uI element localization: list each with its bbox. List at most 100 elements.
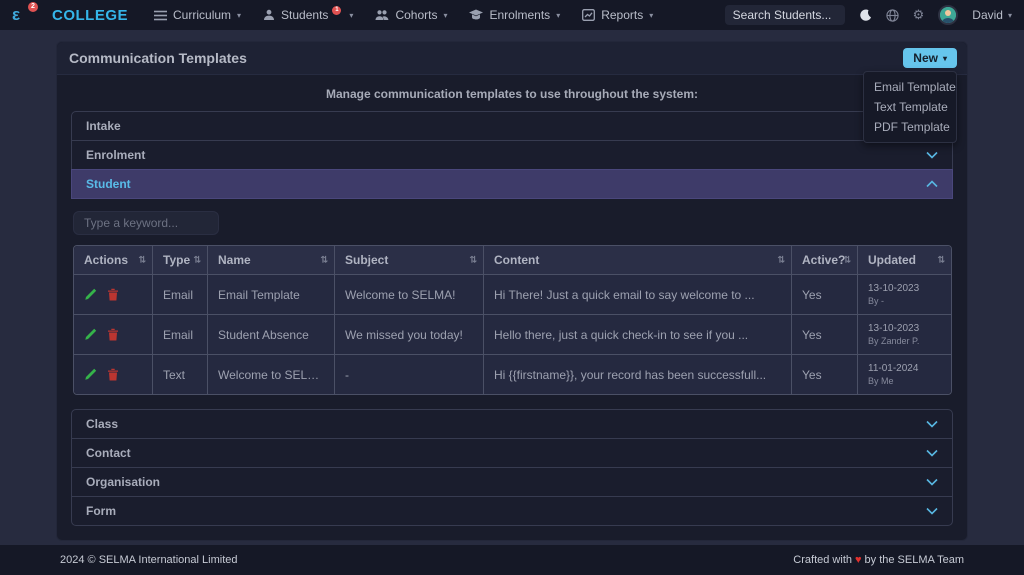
edit-icon[interactable]	[84, 328, 97, 341]
menu-item-curriculum[interactable]: Curriculum ▾	[154, 8, 241, 22]
cell-active: Yes	[791, 314, 857, 354]
accordion-section-form[interactable]: Form	[71, 496, 953, 526]
person-icon	[263, 9, 275, 21]
top-navbar: ε 2 COLLEGE Curriculum ▾ Students 1 ▾ Co…	[0, 0, 1024, 30]
table-header-row: Actions⇅ Type⇅ Name⇅ Subject⇅ Content⇅ A…	[74, 246, 951, 274]
crafted-text: Crafted with♥by the SELMA Team	[793, 554, 964, 566]
chevron-down-icon: ▾	[649, 11, 653, 20]
copyright-text: 2024 © SELMA International Limited	[60, 554, 238, 566]
communication-templates-card: Communication Templates New ▾ Email Temp…	[56, 41, 968, 541]
sort-icon[interactable]: ⇅	[469, 255, 477, 266]
app-logo[interactable]: ε 2	[12, 4, 34, 26]
logo-notification-badge: 2	[28, 2, 38, 12]
column-header-type[interactable]: Type⇅	[152, 246, 207, 274]
sort-icon[interactable]: ⇅	[320, 255, 328, 266]
column-header-updated[interactable]: Updated⇅	[857, 246, 951, 274]
column-header-active[interactable]: Active?⇅	[791, 246, 857, 274]
menu-label: Students	[281, 8, 328, 22]
student-templates-panel: Actions⇅ Type⇅ Name⇅ Subject⇅ Content⇅ A…	[71, 199, 953, 409]
people-icon	[375, 9, 389, 21]
cell-name: Email Template	[207, 274, 334, 314]
section-label: Enrolment	[86, 148, 145, 162]
cell-name: Welcome to SELMA!	[207, 354, 334, 394]
accordion-section-class[interactable]: Class	[71, 409, 953, 439]
menu-item-pdf-template[interactable]: PDF Template	[864, 117, 956, 137]
cell-updated: 11-01-2024 By Me	[857, 354, 951, 394]
sort-icon[interactable]: ⇅	[777, 255, 785, 266]
chevron-down-icon	[926, 478, 938, 486]
cell-subject: Welcome to SELMA!	[334, 274, 483, 314]
sort-icon[interactable]: ⇅	[937, 255, 945, 266]
section-label: Intake	[86, 119, 121, 133]
accordion-section-student[interactable]: Student	[71, 169, 953, 199]
accordion-section-enrolment[interactable]: Enrolment	[71, 140, 953, 170]
chevron-down-icon	[926, 420, 938, 428]
navbar-right: ⚙ David ▾	[725, 5, 1012, 25]
chevron-down-icon: ▾	[943, 54, 947, 63]
menu-item-students[interactable]: Students 1 ▾	[263, 8, 353, 22]
cell-content: Hi {{firstname}}, your record has been s…	[483, 354, 791, 394]
menu-label: Reports	[601, 8, 643, 22]
cell-type: Email	[152, 314, 207, 354]
menu-icon	[154, 10, 167, 21]
table-row: Text Welcome to SELMA! - Hi {{firstname}…	[74, 354, 951, 394]
templates-table: Actions⇅ Type⇅ Name⇅ Subject⇅ Content⇅ A…	[73, 245, 952, 395]
page-title: Communication Templates	[69, 50, 247, 66]
menu-item-reports[interactable]: Reports ▾	[582, 8, 653, 22]
graduation-cap-icon	[469, 9, 483, 21]
accordion-section-intake[interactable]: Intake	[71, 111, 953, 141]
chevron-down-icon: ▾	[237, 11, 241, 20]
menu-label: Enrolments	[489, 8, 550, 22]
section-label: Contact	[86, 446, 131, 460]
chevron-down-icon: ▾	[349, 11, 353, 20]
cell-updated: 13-10-2023 By -	[857, 274, 951, 314]
cell-type: Email	[152, 274, 207, 314]
column-header-subject[interactable]: Subject⇅	[334, 246, 483, 274]
globe-icon[interactable]	[886, 9, 899, 22]
accordion-section-contact[interactable]: Contact	[71, 438, 953, 468]
accordion-section-organisation[interactable]: Organisation	[71, 467, 953, 497]
heart-icon: ♥	[855, 554, 862, 566]
cell-subject: -	[334, 354, 483, 394]
menu-item-enrolments[interactable]: Enrolments ▾	[469, 8, 560, 22]
keyword-filter-input[interactable]	[73, 211, 219, 235]
user-avatar[interactable]	[938, 5, 958, 25]
new-button[interactable]: New ▾	[903, 48, 957, 68]
column-header-actions[interactable]: Actions⇅	[74, 246, 152, 274]
edit-icon[interactable]	[84, 288, 97, 301]
table-row: Email Student Absence We missed you toda…	[74, 314, 951, 354]
chevron-down-icon: ▾	[556, 11, 560, 20]
table-row: Email Email Template Welcome to SELMA! H…	[74, 274, 951, 314]
section-label: Organisation	[86, 475, 160, 489]
chevron-down-icon	[926, 449, 938, 457]
sort-icon[interactable]: ⇅	[138, 255, 146, 266]
page-footer: 2024 © SELMA International Limited Craft…	[0, 545, 1024, 575]
sort-icon[interactable]: ⇅	[193, 255, 201, 266]
user-menu[interactable]: David ▾	[972, 8, 1012, 22]
menu-item-cohorts[interactable]: Cohorts ▾	[375, 8, 447, 22]
main-menu: Curriculum ▾ Students 1 ▾ Cohorts ▾ Enro…	[154, 8, 653, 22]
cell-content: Hello there, just a quick check-in to se…	[483, 314, 791, 354]
cell-content: Hi There! Just a quick email to say welc…	[483, 274, 791, 314]
column-header-name[interactable]: Name⇅	[207, 246, 334, 274]
menu-item-email-template[interactable]: Email Template	[864, 77, 956, 97]
section-label: Student	[86, 177, 131, 191]
gear-icon[interactable]: ⚙	[913, 7, 925, 23]
logo-glyph-icon: ε	[12, 5, 20, 24]
menu-item-text-template[interactable]: Text Template	[864, 97, 956, 117]
delete-icon[interactable]	[107, 328, 119, 341]
main-content: Communication Templates New ▾ Email Temp…	[0, 30, 1024, 545]
cell-active: Yes	[791, 354, 857, 394]
chevron-down-icon	[926, 507, 938, 515]
chevron-down-icon: ▾	[443, 11, 447, 20]
dark-mode-moon-icon[interactable]	[859, 9, 872, 22]
search-students-input[interactable]	[725, 5, 845, 25]
delete-icon[interactable]	[107, 288, 119, 301]
delete-icon[interactable]	[107, 368, 119, 381]
edit-icon[interactable]	[84, 368, 97, 381]
chevron-up-icon	[926, 180, 938, 188]
sort-icon[interactable]: ⇅	[843, 255, 851, 266]
brand-title[interactable]: COLLEGE	[52, 7, 128, 24]
chevron-down-icon: ▾	[1008, 11, 1012, 20]
column-header-content[interactable]: Content⇅	[483, 246, 791, 274]
